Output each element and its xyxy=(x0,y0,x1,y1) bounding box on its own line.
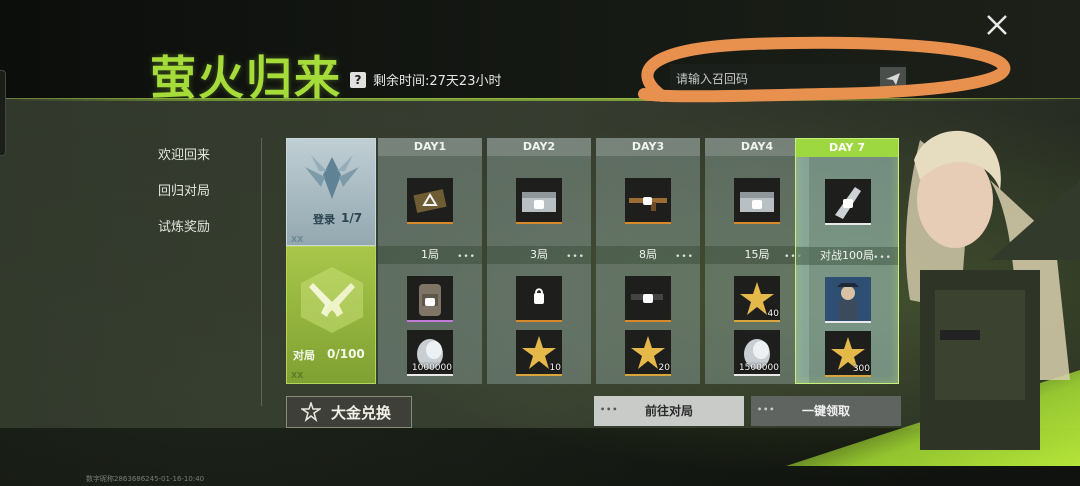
login-progress: 1/7 xyxy=(341,211,363,225)
reward-slot[interactable]: 10 xyxy=(516,330,562,376)
helmet-icon xyxy=(534,288,544,304)
character-card-icon xyxy=(837,283,859,320)
day-column-1: DAY1 1局 ••• 1000000 xyxy=(378,138,482,384)
reward-slot[interactable]: 40 xyxy=(734,276,780,322)
reward-slot[interactable] xyxy=(407,178,453,224)
day-column-7: DAY 7 对战100局 ••• 300 xyxy=(795,138,899,384)
reward-slot[interactable] xyxy=(625,276,671,322)
reward-slot[interactable]: 20 xyxy=(625,330,671,376)
day-column-3: DAY3 8局 ••• 20 xyxy=(596,138,700,384)
day-column-4: DAY4 15局 ••• 40 1500000 xyxy=(705,138,809,384)
battle-label: 对局 xyxy=(293,349,315,362)
reward-slot[interactable] xyxy=(825,277,871,323)
dots: ••• xyxy=(757,405,776,414)
backpack-icon xyxy=(419,284,441,316)
battle-row-header: 对局 0/100 XX xyxy=(286,246,376,384)
character-illustration xyxy=(905,130,1080,450)
reward-quantity: 40 xyxy=(767,309,779,319)
recall-code-input[interactable] xyxy=(676,68,866,90)
requirement-text: 对战100局 xyxy=(820,249,874,262)
gold-exchange-label: 大金兑换 xyxy=(331,403,392,422)
day-label: DAY2 xyxy=(487,138,591,156)
star-badge-icon xyxy=(301,402,321,422)
help-icon[interactable]: ? xyxy=(350,72,366,88)
reward-quantity: 300 xyxy=(852,364,870,374)
requirement-text: 15局 xyxy=(744,248,770,261)
winged-emblem-icon xyxy=(305,155,359,199)
left-edge-tab[interactable] xyxy=(0,70,6,156)
reward-slot[interactable] xyxy=(625,178,671,224)
requirement-text: 8局 xyxy=(639,248,657,261)
gold-exchange-button[interactable]: 大金兑换 xyxy=(286,396,412,428)
dots: ••• xyxy=(457,252,476,262)
dots: ••• xyxy=(675,252,694,262)
nav-item-trial-rewards[interactable]: 试炼奖励 xyxy=(158,216,210,235)
crossed-pistols-icon xyxy=(301,267,363,333)
requirement-text: 3局 xyxy=(530,248,548,261)
requirement-text: 1局 xyxy=(421,248,439,261)
page-title: 萤火归来 xyxy=(150,51,342,105)
reward-slot[interactable] xyxy=(516,276,562,322)
pistol-icon xyxy=(631,294,663,303)
send-code-button[interactable] xyxy=(880,67,906,91)
reward-slot[interactable]: 1500000 xyxy=(734,330,780,376)
day-column-2: DAY2 3局 ••• 10 xyxy=(487,138,591,384)
card-icon xyxy=(413,189,447,213)
nav-item-return-battle[interactable]: 回归对局 xyxy=(158,180,210,199)
reward-quantity: 1000000 xyxy=(411,363,452,373)
reward-quantity: 20 xyxy=(658,363,670,373)
login-row-header: 登录 1/7 XX xyxy=(286,138,376,246)
day-label: DAY 7 xyxy=(796,139,898,157)
dots: ••• xyxy=(566,252,585,262)
day-label: DAY3 xyxy=(596,138,700,156)
reward-slot[interactable] xyxy=(734,178,780,224)
go-to-battle-label: 前往对局 xyxy=(644,404,693,418)
login-label: 登录 xyxy=(313,213,335,226)
send-icon xyxy=(886,73,900,85)
crate-icon xyxy=(740,192,774,212)
reward-quantity: 1500000 xyxy=(738,363,779,373)
day-label: DAY1 xyxy=(378,138,482,156)
dots: ••• xyxy=(873,253,892,263)
go-to-battle-button[interactable]: 前往对局 ••• xyxy=(594,396,744,426)
reward-slot[interactable] xyxy=(825,179,871,225)
crate-icon xyxy=(522,192,556,212)
battle-progress: 0/100 xyxy=(327,347,365,361)
claim-all-button[interactable]: 一键领取 ••• xyxy=(751,396,901,426)
requirement-label: 15局 ••• xyxy=(705,246,809,264)
reward-quantity: 10 xyxy=(549,363,561,373)
dots: ••• xyxy=(600,405,619,414)
requirement-label: 8局 ••• xyxy=(596,246,700,264)
reward-slot[interactable]: 1000000 xyxy=(407,330,453,376)
day-label: DAY4 xyxy=(705,138,809,156)
reward-slot[interactable]: 300 xyxy=(825,331,871,377)
reward-slot[interactable] xyxy=(407,276,453,322)
side-nav: 欢迎回来 回归对局 试炼奖励 xyxy=(152,138,262,406)
nav-item-welcome[interactable]: 欢迎回来 xyxy=(158,144,210,163)
requirement-label: 对战100局 ••• xyxy=(796,247,898,265)
watermark-text: XX xyxy=(291,371,304,380)
rifle-icon xyxy=(629,197,667,211)
reward-slot[interactable] xyxy=(516,178,562,224)
knife-icon xyxy=(835,187,861,219)
time-remaining: 剩余时间:27天23小时 xyxy=(373,74,502,89)
recall-code-box xyxy=(670,64,908,94)
player-id-watermark: 数字昵称2863686245-01-16-10:40 xyxy=(86,475,205,483)
claim-all-label: 一键领取 xyxy=(801,404,850,418)
close-icon[interactable] xyxy=(984,12,1010,38)
watermark-text: XX xyxy=(291,235,304,244)
requirement-label: 1局 ••• xyxy=(378,246,482,264)
requirement-label: 3局 ••• xyxy=(487,246,591,264)
